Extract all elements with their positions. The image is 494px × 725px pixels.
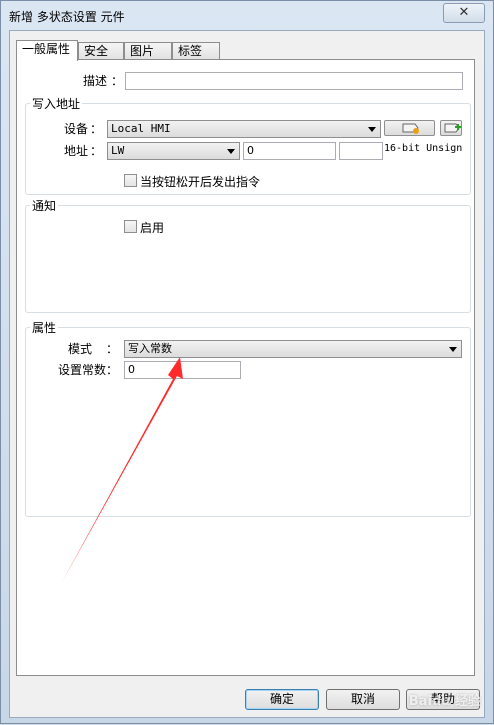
chevron-down-icon [368, 127, 376, 132]
device-settings-button[interactable] [384, 120, 435, 136]
constant-input[interactable]: 0 [124, 361, 241, 379]
description-label: 描述 [83, 74, 108, 88]
notify-title: 通知 [30, 197, 59, 214]
address-colon: ： [90, 144, 103, 158]
ok-button[interactable]: 确定 [245, 689, 319, 710]
constant-label: 设置常数 [58, 363, 107, 377]
tag-settings-icon [402, 123, 419, 134]
mode-select[interactable]: 写入常数 [124, 340, 462, 358]
dialog-client: 一般属性 安全 图片 标签 描述 ： 写入地址 设备 ： Local HMI 地… [9, 30, 485, 718]
notify-group: 通知 启用 [25, 197, 471, 313]
notify-enable-checkbox[interactable] [124, 220, 137, 233]
mode-label: 模式 [68, 342, 93, 356]
device-label: 设备 [64, 122, 89, 136]
attributes-group: 属性 模式 ： 写入常数 设置常数 ： 0 [25, 319, 471, 517]
release-command-checkbox[interactable] [124, 174, 137, 187]
description-input[interactable] [125, 72, 463, 90]
tab-panel-general: 描述 ： 写入地址 设备 ： Local HMI 地址 ： LW 0 16-bi… [16, 59, 475, 676]
address-input[interactable]: 0 [243, 142, 336, 160]
mode-colon: ： [106, 342, 119, 356]
notify-enable-label: 启用 [140, 221, 165, 235]
address-index-input[interactable] [339, 142, 383, 160]
address-type-select[interactable]: LW [107, 142, 240, 160]
device-add-button[interactable] [440, 120, 462, 136]
cancel-button[interactable]: 取消 [326, 689, 400, 710]
write-address-group: 写入地址 设备 ： Local HMI 地址 ： LW 0 16-bit Uns… [25, 95, 471, 195]
device-colon: ： [90, 122, 103, 136]
device-select[interactable]: Local HMI [107, 120, 381, 138]
address-type-value: LW [111, 144, 125, 157]
device-value: Local HMI [111, 122, 171, 135]
close-icon: ✕ [458, 5, 470, 20]
data-format-text: 16-bit Unsign [384, 143, 463, 154]
write-address-title: 写入地址 [30, 95, 83, 112]
release-command-label: 当按钮松开后发出指令 [140, 175, 261, 189]
dialog-window: 新增 多状态设置 元件 ✕ 一般属性 安全 图片 标签 描述 ： 写入地址 设备… [0, 0, 494, 724]
attributes-title: 属性 [30, 319, 59, 336]
chevron-down-icon [449, 347, 457, 352]
watermark-text: Baidu 经验 [408, 694, 481, 709]
constant-colon: ： [106, 363, 119, 377]
close-button[interactable]: ✕ [443, 3, 485, 23]
tab-general[interactable]: 一般属性 [16, 40, 78, 61]
tab-label[interactable]: 标签 [172, 42, 220, 60]
tab-security[interactable]: 安全 [78, 42, 124, 60]
mode-value: 写入常数 [128, 342, 172, 355]
tab-picture[interactable]: 图片 [124, 42, 172, 60]
window-title: 新增 多状态设置 元件 [9, 10, 125, 24]
description-colon: ： [111, 74, 124, 88]
tag-add-icon [444, 123, 461, 133]
title-bar[interactable]: 新增 多状态设置 元件 ✕ [1, 1, 493, 29]
address-label: 地址 [64, 144, 89, 158]
chevron-down-icon [227, 149, 235, 154]
